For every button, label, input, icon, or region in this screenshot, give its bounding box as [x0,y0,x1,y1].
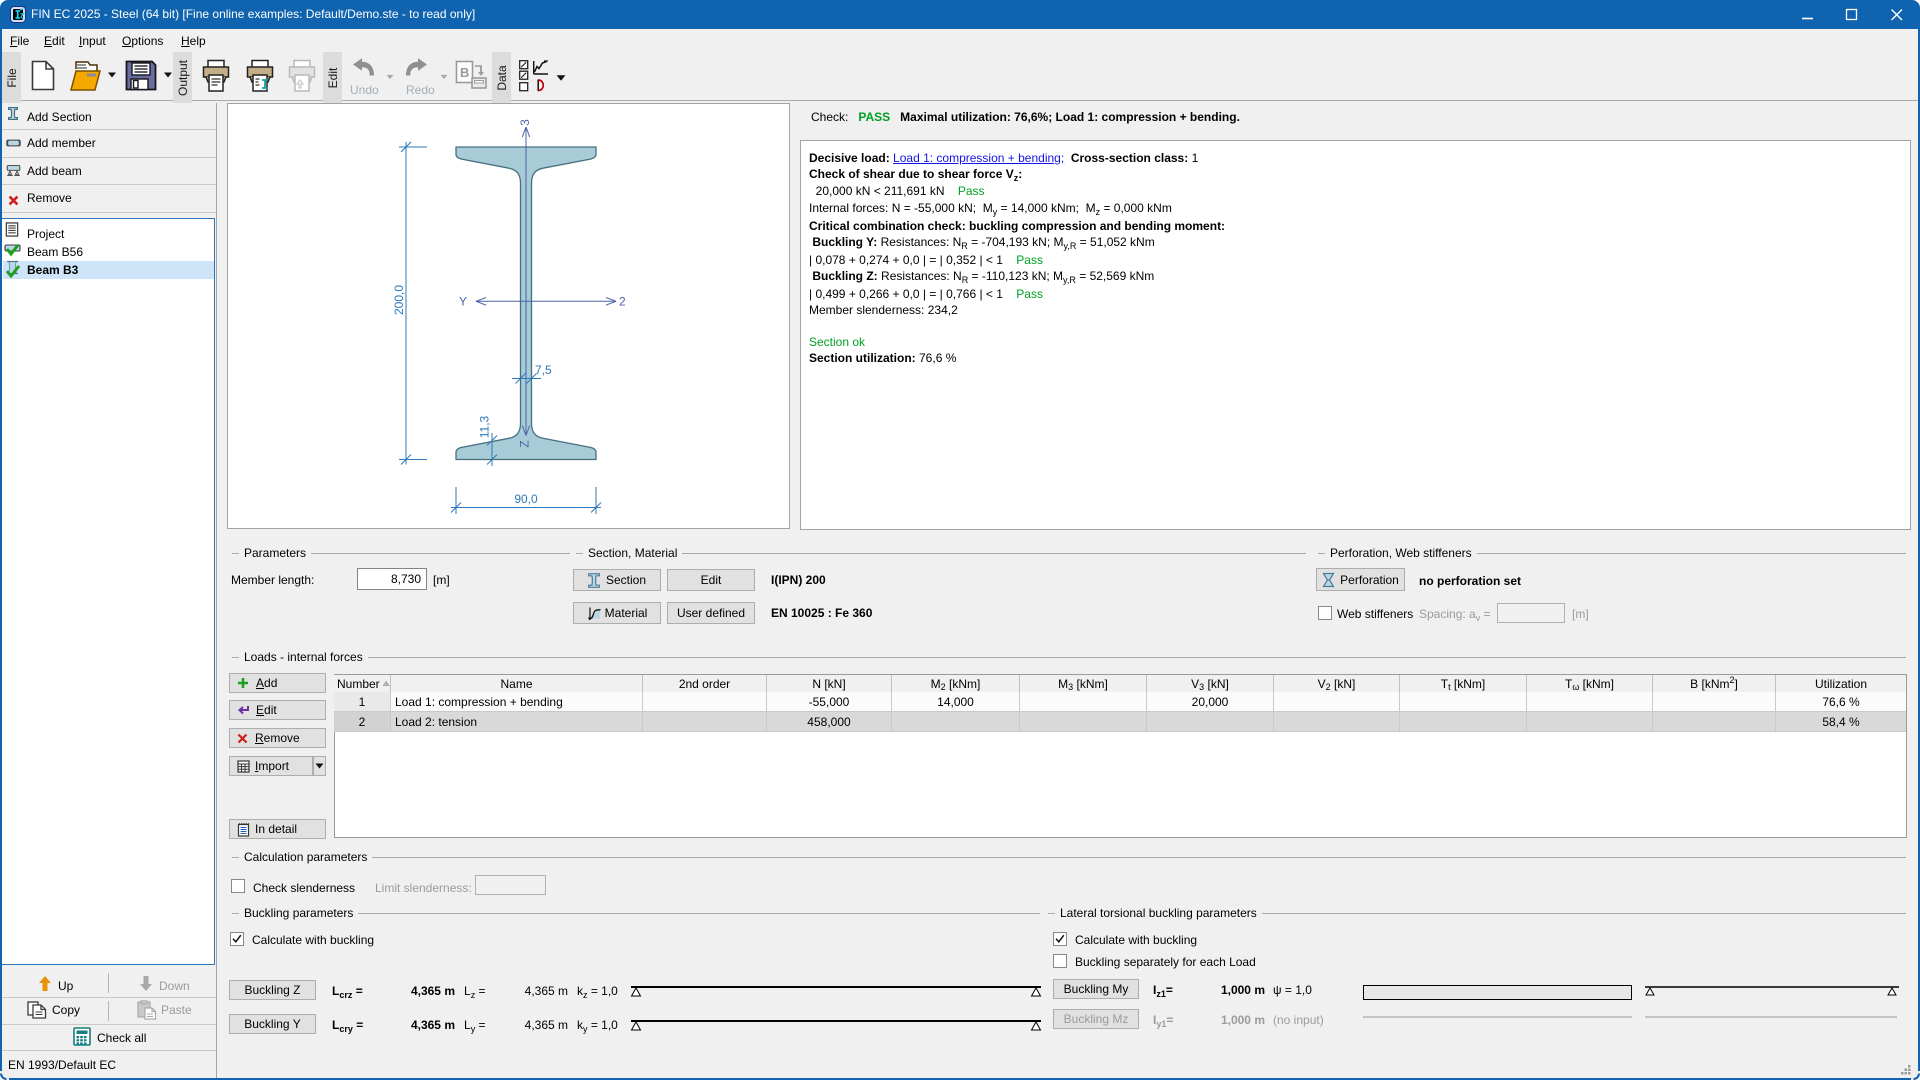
svg-text:B: B [460,65,469,80]
svg-text:Z: Z [518,440,532,447]
svg-text:3: 3 [518,119,532,126]
svg-text:11,3: 11,3 [478,415,492,438]
svg-text:90,0: 90,0 [514,492,538,506]
svg-text:7,5: 7,5 [535,363,552,377]
svg-text:Y: Y [459,295,467,309]
svg-text:2: 2 [619,295,626,309]
svg-text:200,0: 200,0 [392,285,406,315]
